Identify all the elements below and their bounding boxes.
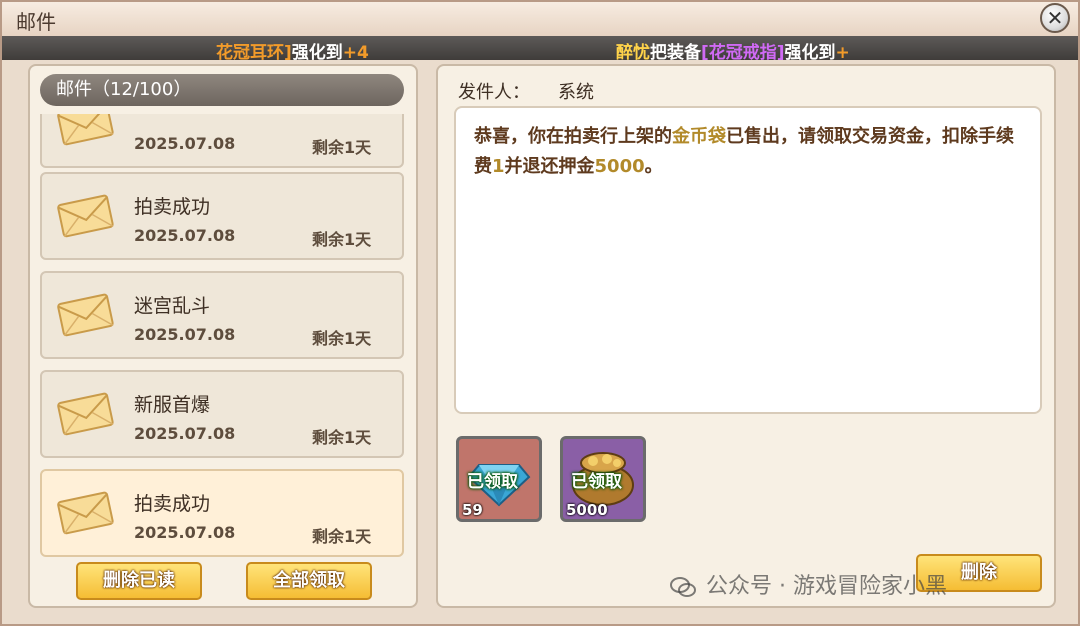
ticker-segment: 花冠耳环] [216,43,292,63]
mail-subject: 新服首爆 [134,394,211,416]
mail-remaining: 剩余1天 [312,329,372,348]
mail-subject: 拍卖成功 [134,196,211,218]
mail-list-panel: 邮件（12/100） 2025.07.08 剩余1天 拍卖成功 2025.07.… [28,64,418,608]
mail-detail-panel: 发件人： 系统 恭喜，你在拍卖行上架的金币袋已售出，请领取交易资金，扣除手续费1并… [436,64,1056,608]
mail-date: 2025.07.08 [134,226,236,245]
mail-item[interactable]: 拍卖成功 2025.07.08 剩余1天 [40,172,404,260]
envelope-icon [57,491,114,535]
envelope-icon [57,293,114,337]
window-title: 邮件 [16,10,56,34]
wechat-icon [670,577,696,597]
reward-slot[interactable]: 已领取 59 [456,436,542,522]
ticker-segment: [花冠戒指] [701,43,785,63]
mail-date: 2025.07.08 [134,134,236,153]
claim-all-button[interactable]: 全部领取 [246,562,372,600]
sender-label: 发件人： [458,82,530,103]
body-highlight: 5000 [594,156,645,177]
delete-read-button[interactable]: 删除已读 [76,562,202,600]
envelope-icon [57,194,114,238]
close-button[interactable]: ✕ [1040,3,1070,33]
body-text: 。 [644,156,663,177]
envelope-icon [57,114,114,146]
mail-body: 恭喜，你在拍卖行上架的金币袋已售出，请领取交易资金，扣除手续费1并退还押金500… [454,106,1042,414]
body-text: 并退还押金 [504,156,595,177]
ticker-segment: 强化到 [291,43,343,63]
ticker-message: 花冠耳环]强化到+4 [216,38,369,63]
mail-subject: 迷宫乱斗 [134,295,211,317]
close-icon: ✕ [1046,6,1064,30]
sender-value: 系统 [558,82,594,103]
body-highlight: 金币袋 [672,126,726,147]
watermark-text: 公众号 · 游戏冒险家小黑 [706,574,947,599]
mail-remaining: 剩余1天 [312,428,372,447]
ticker-message: 醉忧把装备[花冠戒指]强化到+ [616,38,850,63]
envelope-icon [57,392,114,436]
mail-item-selected[interactable]: 拍卖成功 2025.07.08 剩余1天 [40,469,404,557]
mail-item[interactable]: 2025.07.08 剩余1天 [40,114,404,168]
sender-row: 发件人： 系统 [458,78,594,104]
mail-date: 2025.07.08 [134,325,236,344]
claimed-status: 已领取 [571,472,622,492]
body-text: 恭喜，你在拍卖行上架的 [474,126,672,147]
mail-item[interactable]: 迷宫乱斗 2025.07.08 剩余1天 [40,271,404,359]
mail-subject: 拍卖成功 [134,493,211,515]
mail-item[interactable]: 新服首爆 2025.07.08 剩余1天 [40,370,404,458]
reward-quantity: 59 [462,501,483,519]
ticker-segment: 把装备 [650,43,701,63]
ticker-segment: 醉忧 [616,43,650,63]
announcement-ticker: 花冠耳环]强化到+4 醉忧把装备[花冠戒指]强化到+ [2,36,1078,63]
body-highlight: 1 [492,156,505,177]
mail-window: 邮件 ✕ 花冠耳环]强化到+4 醉忧把装备[花冠戒指]强化到+ 邮件（12/10… [0,0,1080,626]
mail-count-header: 邮件（12/100） [40,74,404,106]
watermark: 公众号 · 游戏冒险家小黑 [670,568,947,600]
mail-date: 2025.07.08 [134,424,236,443]
reward-quantity: 5000 [566,501,608,519]
title-bar: 邮件 ✕ [2,2,1078,37]
mail-list[interactable]: 2025.07.08 剩余1天 拍卖成功 2025.07.08 剩余1天 迷宫乱… [38,114,410,558]
ticker-segment: + [835,43,850,63]
ticker-segment: 强化到 [784,43,836,63]
reward-slot[interactable]: 已领取 5000 [560,436,646,522]
mail-remaining: 剩余1天 [312,138,372,157]
mail-remaining: 剩余1天 [312,230,372,249]
ticker-segment: +4 [342,43,369,63]
claimed-status: 已领取 [467,472,518,492]
mail-remaining: 剩余1天 [312,527,372,546]
mail-date: 2025.07.08 [134,523,236,542]
